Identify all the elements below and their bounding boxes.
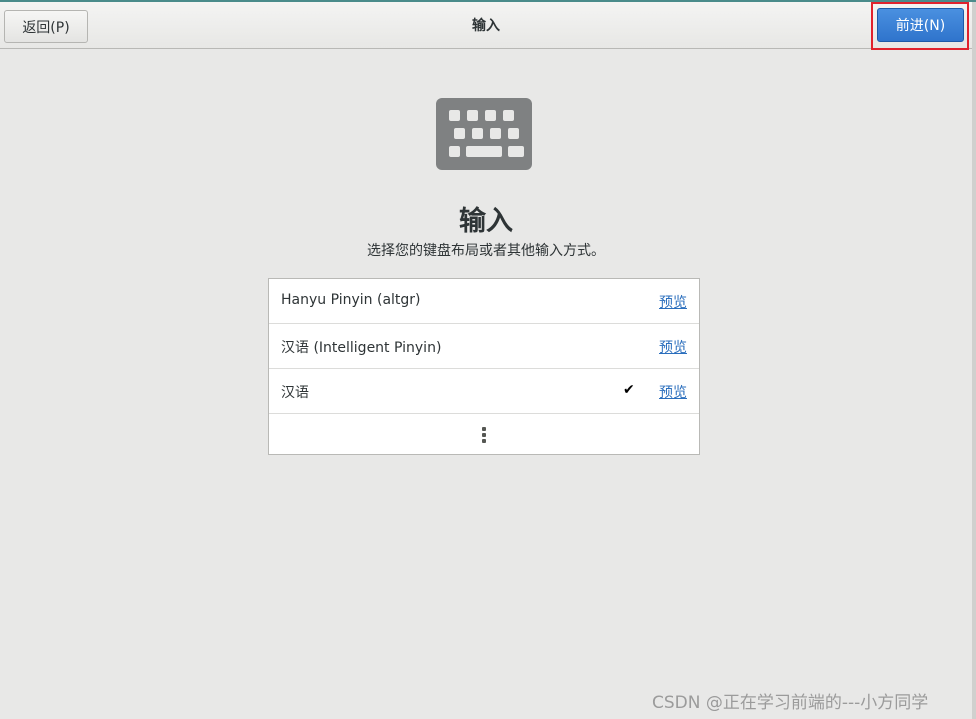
watermark: CSDN @正在学习前端的---小方同学: [652, 693, 929, 713]
list-item[interactable]: 汉语 (Intelligent Pinyin) 预览: [269, 324, 699, 369]
checkmark-icon: ✔: [623, 382, 635, 398]
input-source-label: 汉语: [281, 385, 309, 401]
preview-link[interactable]: 预览: [659, 337, 687, 357]
section-subtitle: 选择您的键盘布局或者其他输入方式。: [367, 243, 605, 259]
preview-link[interactable]: 预览: [659, 382, 687, 402]
section-heading: 输入: [459, 206, 513, 237]
input-source-label: Hanyu Pinyin (altgr): [281, 292, 421, 308]
keyboard-icon: [436, 98, 532, 170]
page-title: 输入: [472, 18, 500, 34]
input-source-label: 汉语 (Intelligent Pinyin): [281, 340, 442, 356]
header-bar: 返回(P) 输入: [0, 2, 972, 49]
list-item[interactable]: Hanyu Pinyin (altgr) 预览: [269, 279, 699, 324]
window-right-edge: [972, 2, 976, 719]
input-source-list: Hanyu Pinyin (altgr) 预览 汉语 (Intelligent …: [268, 278, 700, 455]
next-button[interactable]: 前进(N): [877, 8, 964, 42]
setup-window: 返回(P) 输入 前进(N) 输入 选择您的键盘布局或者其他输入方式。 Hany…: [0, 0, 976, 719]
list-item[interactable]: 汉语 ✔ 预览: [269, 369, 699, 414]
preview-link[interactable]: 预览: [659, 292, 687, 312]
more-sources-button[interactable]: [269, 414, 699, 454]
